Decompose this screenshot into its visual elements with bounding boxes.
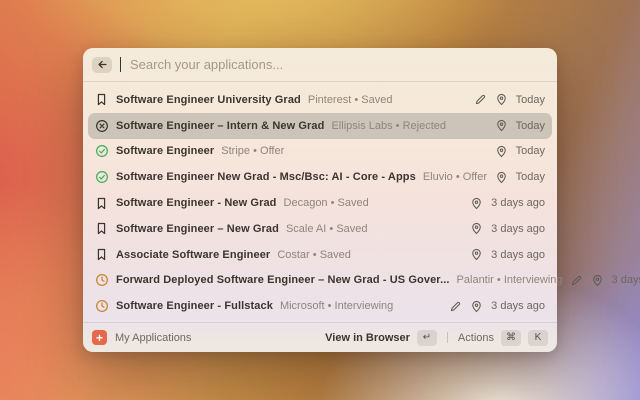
view-in-browser-button[interactable]: View in Browser xyxy=(325,332,410,344)
list-item-selected[interactable]: Software Engineer – Intern & New Grad El… xyxy=(88,112,552,139)
location-pin-icon[interactable] xyxy=(495,145,508,158)
location-pin-icon[interactable] xyxy=(591,274,604,287)
arrow-left-icon xyxy=(97,60,107,69)
footer-app-label: My Applications xyxy=(115,331,192,344)
item-time: Today xyxy=(515,119,545,132)
plus-icon: + xyxy=(92,330,107,345)
item-title: Software Engineer – Intern & New Grad xyxy=(116,119,325,132)
item-subtitle: Pinterest • Saved xyxy=(307,93,393,106)
edit-icon[interactable] xyxy=(474,93,487,106)
item-time: 3 days a... xyxy=(611,274,640,287)
actions-button[interactable]: Actions xyxy=(458,332,494,344)
item-title: Forward Deployed Software Engineer – New… xyxy=(116,274,450,287)
location-pin-icon[interactable] xyxy=(495,171,508,184)
enter-key-badge: ↵ xyxy=(416,329,437,346)
location-pin-icon[interactable] xyxy=(470,300,483,313)
list-item[interactable]: Software Engineer - Fullstack Microsoft … xyxy=(88,293,552,319)
item-time: Today xyxy=(515,93,545,106)
check-circle-icon xyxy=(95,144,109,158)
item-time: 3 days ago xyxy=(491,248,545,261)
location-pin-icon[interactable] xyxy=(470,222,483,235)
applications-palette-window: Software Engineer University Grad Pinter… xyxy=(83,48,640,352)
item-subtitle: Microsoft • Interviewing xyxy=(279,300,394,313)
list-item[interactable]: Forward Deployed Software Engineer – New… xyxy=(88,268,640,294)
item-subtitle: Scale AI • Saved xyxy=(285,222,368,235)
item-time: 3 days ago xyxy=(491,197,545,210)
bookmark-icon xyxy=(95,93,109,106)
item-subtitle: Decagon • Saved xyxy=(283,197,369,210)
item-subtitle: Costar • Saved xyxy=(277,248,351,261)
item-title: Associate Software Engineer xyxy=(116,248,271,261)
location-pin-icon[interactable] xyxy=(495,119,508,132)
check-circle-icon xyxy=(95,170,109,184)
x-circle-icon xyxy=(95,119,109,133)
list-item[interactable]: Software Engineer – New Grad Scale AI • … xyxy=(88,216,552,242)
footer-bar: + My Applications View in Browser ↵ Acti… xyxy=(83,322,557,352)
item-title: Software Engineer - New Grad xyxy=(116,197,277,210)
item-time: 3 days ago xyxy=(491,300,545,313)
item-time: Today xyxy=(515,171,545,184)
bookmark-icon xyxy=(95,248,109,261)
back-button[interactable] xyxy=(92,56,112,73)
item-title: Software Engineer University Grad xyxy=(116,93,301,106)
edit-icon[interactable] xyxy=(570,274,583,287)
list-item[interactable]: Software Engineer University Grad Pinter… xyxy=(88,87,552,113)
item-subtitle: Eluvio • Offer xyxy=(422,171,488,184)
search-bar xyxy=(83,48,557,82)
clock-icon xyxy=(95,299,109,313)
search-input[interactable] xyxy=(130,57,548,72)
location-pin-icon[interactable] xyxy=(470,197,483,210)
clock-icon xyxy=(95,273,109,287)
item-title: Software Engineer - Fullstack xyxy=(116,300,273,313)
list-item[interactable]: Software Engineer New Grad - Msc/Bsc: AI… xyxy=(88,164,552,190)
item-subtitle: Palantir • Interviewing xyxy=(456,274,563,287)
location-pin-icon[interactable] xyxy=(470,248,483,261)
location-pin-icon[interactable] xyxy=(495,93,508,106)
bookmark-icon xyxy=(95,222,109,235)
command-key-badge: ⌘ xyxy=(501,329,521,346)
item-time: Today xyxy=(515,145,545,158)
item-time: 3 days ago xyxy=(491,222,545,235)
k-key-badge: K xyxy=(528,329,548,346)
footer-divider xyxy=(446,332,448,343)
item-title: Software Engineer – New Grad xyxy=(116,222,279,235)
item-subtitle: Stripe • Offer xyxy=(221,145,285,158)
applications-list: Software Engineer University Grad Pinter… xyxy=(83,82,640,322)
list-item[interactable]: Associate Software Engineer Costar • Sav… xyxy=(88,242,552,268)
item-title: Software Engineer New Grad - Msc/Bsc: AI… xyxy=(116,171,416,184)
item-subtitle: Ellipsis Labs • Rejected xyxy=(331,119,447,132)
edit-icon[interactable] xyxy=(449,300,462,313)
list-item[interactable]: Software Engineer - New Grad Decagon • S… xyxy=(88,190,552,216)
text-cursor xyxy=(120,57,121,72)
item-title: Software Engineer xyxy=(116,145,215,158)
list-item[interactable]: Software Engineer Stripe • Offer Today xyxy=(88,139,552,165)
bookmark-icon xyxy=(95,197,109,210)
